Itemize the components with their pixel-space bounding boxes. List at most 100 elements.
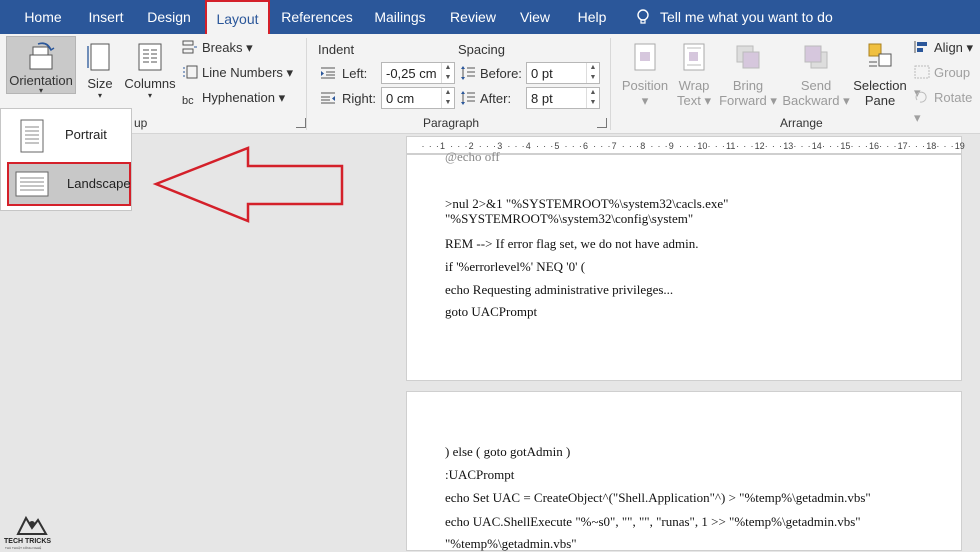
selection-pane-button[interactable]: Selection Pane — [852, 36, 908, 108]
ruler-dot: · — [428, 141, 432, 151]
bring-sub-label: Forward ▾ — [719, 93, 777, 108]
indent-right-icon — [321, 92, 335, 104]
size-label: Size — [87, 76, 113, 91]
page-setup-launcher-icon[interactable] — [296, 118, 306, 128]
rotate-button[interactable]: Rotate ▾ — [914, 88, 980, 125]
spacing-before-icon — [461, 66, 475, 80]
spacing-after-field[interactable]: 8 pt ▲ ▼ — [526, 87, 600, 109]
document-page-2[interactable]: ) else ( goto gotAdmin ) :UACPrompt echo… — [406, 391, 962, 551]
ruler-tick-label: 13 — [783, 141, 794, 151]
ruler-dot: · — [743, 141, 747, 151]
line-numbers-button[interactable]: Line Numbers ▾ — [182, 63, 293, 83]
ruler-dot: · — [750, 141, 754, 151]
doc-line: echo Requesting administrative privilege… — [445, 282, 674, 297]
ruler-tick-label: 11 — [726, 141, 736, 151]
ruler-tick-label: 15 — [840, 141, 851, 151]
tab-home[interactable]: Home — [14, 0, 72, 34]
send-backward-button[interactable]: Send Backward ▾ — [780, 36, 852, 109]
ruler-dot: · — [686, 141, 690, 151]
portrait-label: Portrait — [65, 127, 107, 142]
tell-me-search[interactable]: Tell me what you want to do — [636, 0, 833, 34]
wrap-text-icon — [683, 43, 705, 71]
breaks-icon — [182, 40, 197, 54]
hyphenation-label: Hyphenation — [202, 90, 275, 105]
size-button[interactable]: Size ▾ — [84, 36, 116, 100]
document-page-1[interactable]: @echo off >nul 2>&1 "%SYSTEMROOT%\system… — [406, 149, 962, 381]
ruler-dot: · — [836, 141, 840, 151]
spacing-heading: Spacing — [458, 42, 505, 57]
ruler-tick-label: 5 — [554, 141, 560, 151]
spacing-before-value: 0 pt — [531, 66, 553, 81]
ruler-dot: · — [936, 141, 940, 151]
ruler-dot: · — [593, 141, 597, 151]
indent-left-icon — [321, 67, 335, 79]
ruler-tick-label: 8 — [640, 141, 646, 151]
ruler-dot: · — [657, 141, 661, 151]
clipped-line: @echo off — [445, 149, 500, 164]
hyphenation-button[interactable]: bc Hyphenation ▾ — [182, 88, 285, 108]
doc-line: echo Set UAC = CreateObject^("Shell.Appl… — [445, 490, 871, 505]
indent-right-value: 0 cm — [386, 91, 415, 106]
spinner-arrows-icon[interactable]: ▲ ▼ — [586, 63, 599, 83]
ruler-dot: · — [578, 141, 582, 151]
position-caret: ▾ — [641, 93, 649, 108]
spinner-arrows-icon[interactable]: ▲ ▼ — [586, 88, 599, 108]
ruler-dot: · — [864, 141, 868, 151]
tab-help[interactable]: Help — [570, 0, 614, 34]
spacing-before-field[interactable]: 0 pt ▲ ▼ — [526, 62, 600, 84]
orientation-button[interactable]: Orientation ▾ — [6, 36, 76, 95]
indent-left-value: -0,25 cm — [386, 66, 437, 81]
ruler-dot: · — [650, 141, 654, 151]
ruler-dot: · — [922, 141, 926, 151]
indent-left-field[interactable]: -0,25 cm ▲ ▼ — [381, 62, 455, 84]
position-button[interactable]: Position ▾ — [618, 36, 672, 109]
paragraph-launcher-icon[interactable] — [597, 118, 607, 128]
columns-caret-icon: ▾ — [147, 91, 152, 100]
tab-insert[interactable]: Insert — [80, 0, 132, 34]
spinner-arrows-icon[interactable]: ▲ ▼ — [441, 88, 454, 108]
columns-label: Columns — [124, 76, 176, 91]
bring-forward-button[interactable]: Bring Forward ▾ — [716, 36, 780, 109]
doc-line: ) else ( goto gotAdmin ) — [445, 444, 571, 459]
selection-sub-label: Pane — [864, 93, 896, 108]
page-setup-group-label: up — [134, 116, 148, 130]
tab-layout[interactable]: Layout — [205, 0, 270, 34]
tab-review[interactable]: Review — [446, 0, 500, 34]
portrait-option[interactable]: Portrait — [7, 113, 131, 157]
columns-button[interactable]: Columns ▾ — [122, 36, 178, 100]
breaks-button[interactable]: Breaks ▾ — [182, 38, 253, 58]
group-button[interactable]: Group ▾ — [914, 63, 980, 100]
tab-view[interactable]: View — [512, 0, 558, 34]
rotate-label: Rotate — [934, 90, 973, 105]
spinner-arrows-icon[interactable]: ▲ ▼ — [441, 63, 454, 83]
landscape-label: Landscape — [67, 176, 131, 191]
ruler-dot: · — [893, 141, 897, 151]
ruler-tick-label: 14 — [811, 141, 822, 151]
orientation-menu: Portrait Landscape — [0, 108, 132, 211]
ribbon-tab-bar: Home Insert Design Layout References Mai… — [0, 0, 980, 34]
indent-heading: Indent — [318, 42, 355, 57]
ruler-tick-label: 9 — [668, 141, 674, 151]
ruler-dot: · — [943, 141, 947, 151]
ruler-dot: · — [736, 141, 740, 151]
ruler-dot: · — [829, 141, 833, 151]
tab-design[interactable]: Design — [140, 0, 198, 34]
ruler-dot: · — [793, 141, 797, 151]
align-button[interactable]: Align ▾ — [914, 38, 973, 58]
ruler-dot: · — [571, 141, 575, 151]
ruler-dot: · — [721, 141, 725, 151]
ruler-dot: · — [535, 141, 539, 151]
wrap-text-button[interactable]: Wrap Text ▾ — [674, 36, 714, 109]
tab-mailings[interactable]: Mailings — [368, 0, 432, 34]
bring-label: Bring — [732, 78, 764, 93]
send-backward-icon — [804, 45, 828, 69]
annotation-arrow-icon — [152, 146, 344, 223]
landscape-option[interactable]: Landscape — [7, 162, 131, 206]
ruler-dot: · — [543, 141, 547, 151]
ruler-dot: · — [764, 141, 768, 151]
indent-right-label: Right: — [342, 91, 376, 106]
indent-right-field[interactable]: 0 cm ▲ ▼ — [381, 87, 455, 109]
tab-references[interactable]: References — [278, 0, 356, 34]
ruler-dot: · — [514, 141, 518, 151]
ruler-tick-label: 6 — [583, 141, 589, 151]
